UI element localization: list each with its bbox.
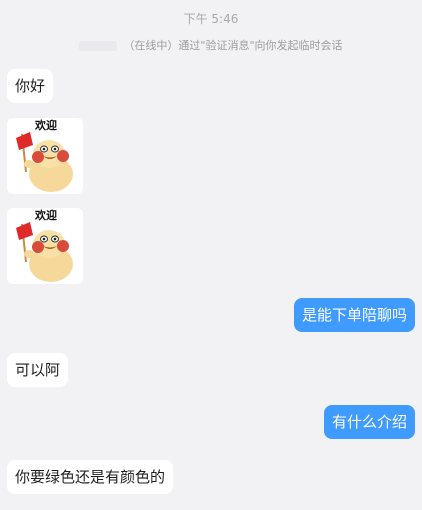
welcome-chick-sticker-icon: 欢迎 (16, 208, 73, 282)
sticker-caption: 欢迎 (34, 208, 57, 222)
message-bubble-incoming[interactable]: 你要绿色还是有颜色的 (7, 460, 174, 494)
welcome-chick-sticker-icon: 欢迎 (16, 118, 73, 192)
message-bubble-incoming[interactable]: 可以阿 (7, 353, 69, 387)
sticker-message[interactable]: 欢迎 (7, 208, 83, 284)
message-bubble-outgoing[interactable]: 有什么介绍 (323, 405, 415, 439)
system-notice: （在线中）通过"验证消息"向你发起临时会话 (0, 37, 422, 53)
message-bubble-outgoing[interactable]: 是能下单陪聊吗 (293, 298, 415, 332)
sticker-message[interactable]: 欢迎 (7, 118, 83, 194)
sticker-caption: 欢迎 (34, 118, 57, 132)
chat-timestamp: 下午 5:46 (183, 12, 239, 26)
message-bubble-incoming[interactable]: 你好 (7, 69, 54, 103)
system-notice-text: （在线中）通过"验证消息"向你发起临时会话 (123, 39, 343, 52)
blurred-sender-name (79, 41, 118, 51)
